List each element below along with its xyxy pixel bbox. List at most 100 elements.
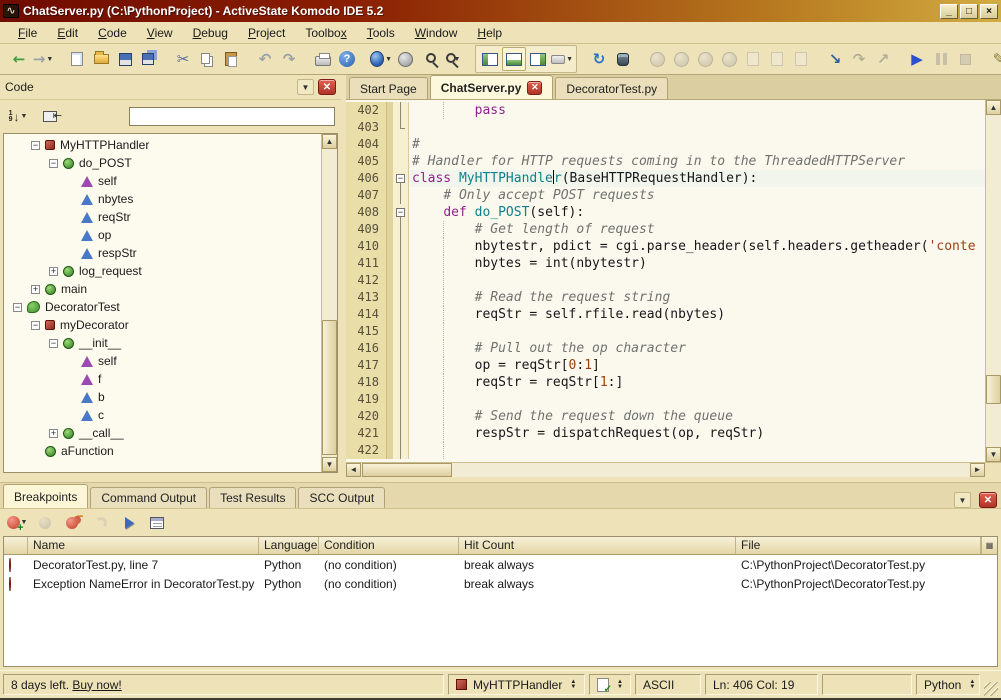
scroll-up-icon[interactable]: ▲ — [322, 134, 337, 149]
step-out-button[interactable]: ↗ — [871, 47, 895, 71]
breakpoint-margin[interactable] — [386, 102, 393, 119]
tree-item-decoratortest[interactable]: −DecoratorTest — [4, 298, 321, 316]
help-button[interactable]: ? — [335, 47, 359, 71]
fold-margin[interactable] — [393, 119, 409, 136]
fold-margin[interactable] — [393, 153, 409, 170]
go-continue-button[interactable]: ▶ — [905, 47, 929, 71]
expand-icon[interactable]: + — [49, 267, 58, 276]
buy-now-link[interactable]: Buy now! — [72, 678, 121, 692]
menu-window[interactable]: Window — [405, 23, 468, 43]
breakpoint-margin[interactable] — [386, 187, 393, 204]
fold-margin[interactable] — [393, 374, 409, 391]
breakpoint-margin[interactable] — [386, 204, 393, 221]
collapse-icon[interactable]: − — [49, 339, 58, 348]
panel-menu-button[interactable]: ▼ — [297, 79, 314, 95]
fold-margin[interactable] — [393, 323, 409, 340]
dropdown-arrow-icon[interactable]: ▼ — [46, 56, 53, 63]
tree-item-mydecorator[interactable]: −myDecorator — [4, 316, 321, 334]
breakpoint-margin[interactable] — [386, 238, 393, 255]
menu-debug[interactable]: Debug — [183, 23, 238, 43]
go-to-source-button[interactable] — [117, 511, 141, 535]
fold-margin[interactable] — [393, 306, 409, 323]
fold-margin[interactable] — [393, 289, 409, 306]
menu-toolbox[interactable]: Toolbox — [295, 23, 356, 43]
code-line-410[interactable]: 410 nbytestr, pdict = cgi.parse_header(s… — [346, 238, 985, 255]
syntax-spinner-icon[interactable]: ▲▼ — [617, 680, 623, 690]
current-symbol-segment[interactable]: MyHTTPHandler ▲▼ — [448, 674, 585, 695]
editor-vscrollbar[interactable]: ▲ ▼ — [985, 100, 1001, 462]
code-line-408[interactable]: 408− def do_POST(self): — [346, 204, 985, 221]
scc-refresh-button[interactable] — [645, 47, 669, 71]
fold-margin[interactable] — [393, 238, 409, 255]
scc-revert-button[interactable] — [741, 47, 765, 71]
open-file-button[interactable] — [89, 47, 113, 71]
code-line-404[interactable]: 404# — [346, 136, 985, 153]
paste-button[interactable] — [219, 47, 243, 71]
encoding-segment[interactable]: ASCII — [635, 674, 701, 695]
breakpoint-margin[interactable] — [386, 340, 393, 357]
find-in-files-button[interactable]: ▼ — [441, 47, 465, 71]
breakpoint-margin[interactable] — [386, 136, 393, 153]
toggle-breakpoint-state-button[interactable] — [89, 511, 113, 535]
breakpoint-margin[interactable] — [386, 272, 393, 289]
maximize-button[interactable]: □ — [960, 4, 978, 19]
breakpoint-margin[interactable] — [386, 391, 393, 408]
tree-item-afunction[interactable]: aFunction — [4, 442, 321, 460]
breakpoint-icon[interactable] — [9, 577, 11, 591]
code-line-402[interactable]: 402 pass — [346, 102, 985, 119]
menu-help[interactable]: Help — [467, 23, 512, 43]
column-picker-icon[interactable]: ▦ — [981, 537, 997, 554]
save-button[interactable] — [113, 47, 137, 71]
bottom-panel-menu-button[interactable]: ▼ — [954, 492, 971, 508]
expand-icon[interactable]: + — [31, 285, 40, 294]
ui-options-button[interactable]: ▼ — [550, 47, 574, 71]
code-line-411[interactable]: 411 nbytes = int(nbytestr) — [346, 255, 985, 272]
tab-decoratortest-py[interactable]: DecoratorTest.py — [555, 77, 668, 99]
menu-tools[interactable]: Tools — [357, 23, 405, 43]
find-button[interactable] — [417, 47, 441, 71]
tab-start-page[interactable]: Start Page — [349, 77, 428, 99]
scroll-up-icon[interactable]: ▲ — [986, 100, 1001, 115]
tree-item-init[interactable]: −__init__ — [4, 334, 321, 352]
breakpoint-margin[interactable] — [386, 153, 393, 170]
code-line-418[interactable]: 418 reqStr = reqStr[1:] — [346, 374, 985, 391]
breakpoint-margin[interactable] — [386, 289, 393, 306]
breakpoint-margin[interactable] — [386, 119, 393, 136]
sort-order-button[interactable]: 19↓ ▼ — [6, 105, 30, 129]
toggle-left-pane-button[interactable] — [478, 47, 502, 71]
breakpoint-row[interactable]: DecoratorTest.py, line 7Python(no condit… — [4, 555, 997, 574]
fold-margin[interactable] — [393, 136, 409, 153]
code-line-416[interactable]: 416 # Pull out the op character — [346, 340, 985, 357]
tree-item-dopost[interactable]: −do_POST — [4, 154, 321, 172]
step-into-button[interactable]: ↘ — [823, 47, 847, 71]
tree-scrollbar[interactable]: ▲ ▼ — [321, 134, 337, 472]
delete-breakpoint-button[interactable] — [33, 511, 57, 535]
tab-breakpoints[interactable]: Breakpoints — [3, 484, 88, 508]
breakpoint-margin[interactable] — [386, 374, 393, 391]
breakpoint-margin[interactable] — [386, 255, 393, 272]
language-spinner-icon[interactable]: ▲▼ — [969, 680, 975, 690]
menu-edit[interactable]: Edit — [47, 23, 88, 43]
close-button[interactable]: × — [980, 4, 998, 19]
print-button[interactable] — [311, 47, 335, 71]
add-tool-button[interactable] — [611, 47, 635, 71]
fold-margin[interactable] — [393, 391, 409, 408]
code-line-413[interactable]: 413 # Read the request string — [346, 289, 985, 306]
toggle-right-pane-button[interactable] — [526, 47, 550, 71]
column-file[interactable]: File — [736, 537, 981, 554]
preview-button[interactable] — [393, 47, 417, 71]
code-line-415[interactable]: 415 — [346, 323, 985, 340]
code-line-422[interactable]: 422 — [346, 442, 985, 459]
tab-test-results[interactable]: Test Results — [209, 487, 296, 508]
scroll-down-icon[interactable]: ▼ — [986, 447, 1001, 462]
fold-margin[interactable] — [393, 425, 409, 442]
tab-command-output[interactable]: Command Output — [90, 487, 207, 508]
breakpoint-icon[interactable] — [9, 558, 11, 572]
menu-view[interactable]: View — [137, 23, 183, 43]
scc-add-button[interactable] — [693, 47, 717, 71]
fold-margin[interactable] — [393, 255, 409, 272]
tree-item-main[interactable]: +main — [4, 280, 321, 298]
undo-button[interactable]: ↶ — [253, 47, 277, 71]
back-button[interactable]: ← — [7, 47, 31, 71]
stop-button[interactable] — [953, 47, 977, 71]
